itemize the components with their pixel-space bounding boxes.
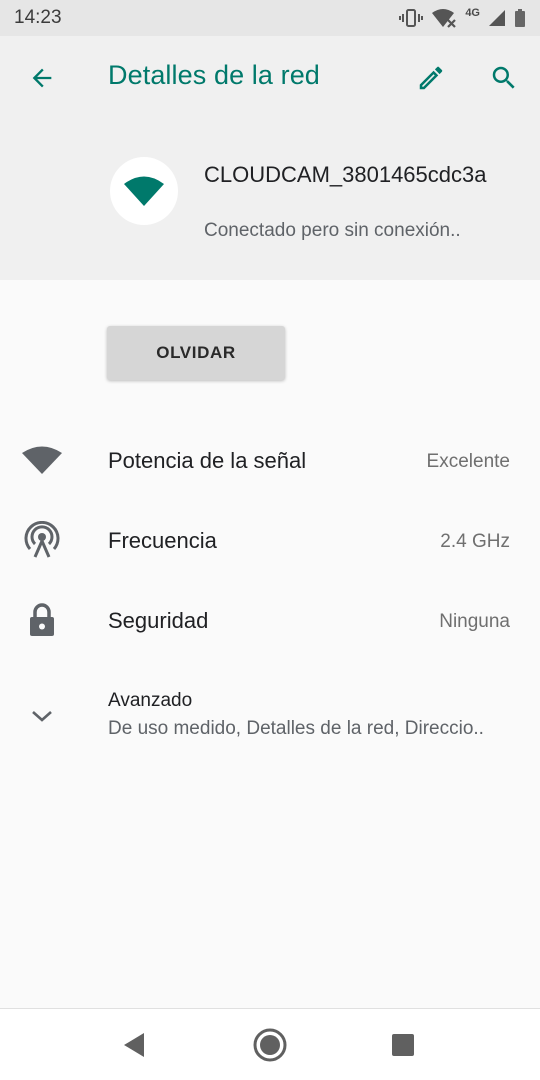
security-label: Seguridad	[108, 608, 209, 633]
advanced-title: Avanzado	[108, 690, 193, 711]
security-row: Seguridad Ninguna	[0, 580, 540, 660]
search-button[interactable]	[480, 54, 528, 102]
signal-strength-value: Excelente	[426, 451, 510, 472]
wifi-no-internet-icon	[431, 8, 457, 28]
network-header: Detalles de la red CLOUDCAM_3801465cdc3a…	[0, 36, 540, 280]
vibrate-icon	[399, 8, 424, 28]
network-avatar	[110, 157, 178, 225]
pencil-icon	[419, 66, 443, 90]
chevron-down-icon	[20, 694, 64, 738]
back-button[interactable]	[18, 54, 66, 102]
antenna-icon	[20, 518, 64, 562]
nav-home-button[interactable]	[248, 1023, 292, 1067]
wifi-icon	[124, 176, 164, 206]
signal-strength-label: Potencia de la señal	[108, 448, 307, 473]
edit-button[interactable]	[407, 54, 455, 102]
status-time: 14:23	[14, 7, 62, 28]
navigation-bar	[0, 1008, 540, 1080]
battery-icon	[514, 8, 526, 28]
forget-button[interactable]: OLVIDAR	[107, 326, 285, 380]
network-info: CLOUDCAM_3801465cdc3a Conectado pero sin…	[0, 120, 540, 280]
wifi-signal-icon	[20, 438, 64, 482]
frequency-row: Frecuencia 2.4 GHz	[0, 500, 540, 580]
network-name: CLOUDCAM_3801465cdc3a	[204, 162, 487, 187]
signal-strength-row: Potencia de la señal Excelente	[0, 420, 540, 500]
security-value: Ninguna	[439, 611, 510, 632]
nav-recents-button[interactable]	[381, 1023, 425, 1067]
back-triangle-icon	[124, 1033, 144, 1057]
advanced-row[interactable]	[0, 670, 540, 760]
lock-icon	[20, 598, 64, 642]
status-bar: 14:23 4G	[0, 0, 540, 36]
toolbar: Detalles de la red	[0, 36, 540, 120]
cell-signal-icon	[488, 9, 506, 27]
recents-square-icon	[392, 1034, 414, 1056]
search-icon	[492, 66, 515, 89]
frequency-value: 2.4 GHz	[440, 531, 510, 552]
network-status: Conectado pero sin conexión..	[204, 220, 461, 241]
home-circle-icon	[253, 1028, 287, 1062]
back-arrow-icon	[32, 68, 52, 88]
page-title: Detalles de la red	[108, 60, 320, 90]
network-type-label: 4G	[465, 7, 480, 19]
status-icons: 4G	[399, 7, 526, 28]
frequency-label: Frecuencia	[108, 528, 217, 553]
advanced-summary: De uso medido, Detalles de la red, Direc…	[108, 718, 484, 739]
nav-back-button[interactable]	[112, 1023, 156, 1067]
